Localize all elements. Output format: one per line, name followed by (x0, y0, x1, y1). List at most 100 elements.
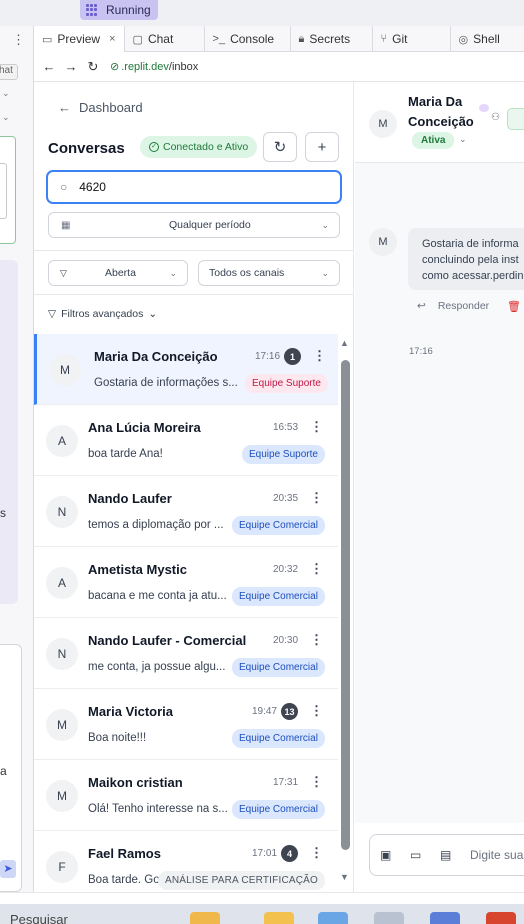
chat-pane: M Maria Da Conceição ⚇ Ativa ⌄ M Gostari… (355, 82, 524, 892)
trash-icon[interactable]: 🗑︎ (507, 300, 521, 313)
conversation-row[interactable]: A Ametista Mystic 20:32 ⋮ bacana e me conta … (34, 547, 338, 618)
team-tag: Equipe Suporte (242, 445, 325, 464)
message-input[interactable]: Digite sua (470, 848, 523, 862)
left-panel-highlight (0, 260, 18, 604)
scroll-up-icon[interactable]: ▲ (340, 338, 349, 348)
taskbar-app-icon[interactable] (190, 912, 220, 924)
kebab-icon[interactable]: ⋮ (313, 348, 326, 364)
kebab-icon[interactable]: ⋮ (310, 561, 323, 577)
avatar: M (49, 354, 81, 386)
kebab-icon[interactable]: ⋮ (310, 845, 323, 861)
replit-left-pane: ⋮ hat ⌄ ⌄ s a ➤ (0, 26, 34, 892)
connection-status-badge: ✓ Conectado e Ativo (140, 136, 258, 158)
status-filter-select[interactable]: ▽ Aberta ⌄ (48, 260, 188, 286)
url-path: /inbox (168, 61, 199, 73)
calendar-icon[interactable] (430, 912, 460, 924)
search-input[interactable] (79, 180, 300, 194)
scrollbar-thumb[interactable] (341, 360, 350, 850)
message-preview: Olá! Tenho interesse na s... (88, 803, 228, 815)
dashboard-link[interactable]: ← Dashboard (58, 100, 143, 115)
tab-console[interactable]: >_ Console (205, 26, 291, 52)
taskbar-app-icon[interactable] (374, 912, 404, 924)
browser-icon[interactable] (486, 912, 516, 924)
kebab-icon[interactable]: ⋮ (12, 32, 25, 48)
conversation-row[interactable]: M Maria Da Conceição 17:16 1 ⋮ Gostaria de in… (34, 334, 338, 405)
channel-filter-select[interactable]: Todos os canais ⌄ (198, 260, 340, 286)
replit-tabs: ▭ Preview × ▢ Chat >_ Console 🔒︎ Secrets… (34, 26, 524, 52)
url-host: .replit.dev (121, 61, 169, 73)
contact-name: Ana Lúcia Moreira (88, 420, 201, 435)
team-tag: Equipe Comercial (232, 516, 325, 535)
chevron-down-icon[interactable]: ⌄ (2, 112, 10, 123)
conversation-row[interactable]: N Nando Laufer 20:35 ⋮ temos a diplomação po… (34, 476, 338, 547)
tab-label: Chat (147, 32, 174, 46)
video-icon[interactable]: ▭ (410, 848, 421, 862)
reply-icon: ↩ (417, 300, 426, 312)
conversation-status-badge[interactable]: Ativa (412, 132, 455, 149)
taskbar-app-icon[interactable] (318, 912, 348, 924)
kebab-icon[interactable]: ⋮ (310, 774, 323, 790)
scroll-down-icon[interactable]: ▼ (340, 872, 349, 882)
contact-name: Ametista Mystic (88, 562, 187, 577)
kebab-icon[interactable]: ⋮ (310, 703, 323, 719)
conversation-time: 20:32 (273, 564, 299, 575)
avatar: M (369, 110, 397, 138)
link-icon: ⊘ (110, 61, 120, 73)
send-icon[interactable]: ➤ (0, 860, 16, 878)
tab-chat[interactable]: ▢ Chat (125, 26, 205, 52)
search-box: ○ (46, 170, 342, 204)
unread-badge: 4 (281, 845, 298, 862)
image-icon[interactable]: ▣ (380, 848, 391, 862)
close-icon[interactable]: × (109, 33, 115, 45)
shell-icon: ◎ (458, 33, 469, 46)
contact-name: Maria Victoria (88, 704, 174, 719)
replit-topbar: Running (0, 0, 524, 26)
taskbar-search[interactable]: Pesquisar (10, 912, 68, 924)
people-icon[interactable]: ⚇ (491, 112, 500, 123)
avatar: F (46, 851, 78, 883)
folder-icon[interactable] (264, 912, 294, 924)
tab-label: Preview (57, 32, 101, 46)
url-field[interactable]: ⊘ .replit.dev/inbox (110, 60, 198, 73)
kebab-icon[interactable]: ⋮ (310, 419, 323, 435)
reply-button[interactable]: ↩ Responder (417, 300, 489, 312)
avatar: A (46, 567, 78, 599)
period-label: Qualquer período (169, 219, 251, 231)
new-conversation-button[interactable]: + (305, 132, 339, 162)
team-tag: Equipe Comercial (232, 800, 325, 819)
refresh-button[interactable]: ↻ (263, 132, 297, 162)
conversation-row[interactable]: F Fael Ramos 17:01 4 ⋮ Boa tarde. Gos... ANÁLI… (34, 831, 338, 892)
page-title: Conversas (48, 140, 125, 157)
tab-shell[interactable]: ◎ Shell (451, 26, 508, 52)
back-arrow-icon[interactable]: ← (38, 59, 60, 74)
chevron-down-icon[interactable]: ⌄ (459, 134, 467, 145)
divider (34, 250, 354, 251)
message-preview: bacana e me conta ja atu... (88, 590, 227, 602)
team-tag: Equipe Comercial (232, 587, 325, 606)
terminal-icon: >_ (212, 33, 226, 45)
conversation-row[interactable]: M Maikon cristian 17:31 ⋮ Olá! Tenho interes… (34, 760, 338, 831)
conversation-row[interactable]: N Nando Laufer - Comercial 20:30 ⋮ me conta,… (34, 618, 338, 689)
tab-preview[interactable]: ▭ Preview × (34, 26, 125, 52)
conversation-time: 19:47 (252, 706, 278, 717)
running-indicator[interactable]: Running (80, 0, 158, 20)
tab-secrets[interactable]: 🔒︎ Secrets (291, 26, 373, 52)
reload-icon[interactable]: ↻ (82, 59, 104, 75)
chevron-down-icon[interactable]: ⌄ (2, 88, 10, 99)
action-button[interactable] (507, 108, 524, 130)
avatar: M (369, 228, 397, 256)
refresh-icon: ↻ (273, 139, 287, 156)
scrollbar[interactable]: ▲ ▼ (338, 338, 352, 888)
left-chat-button[interactable]: hat (0, 64, 18, 80)
period-select[interactable]: ▦ Qualquer período ⌄ (48, 212, 340, 238)
kebab-icon[interactable]: ⋮ (310, 632, 323, 648)
conversation-row[interactable]: A Ana Lúcia Moreira 16:53 ⋮ boa tarde Ana! Eq… (34, 405, 338, 476)
forward-arrow-icon[interactable]: → (60, 59, 82, 74)
kebab-icon[interactable]: ⋮ (310, 490, 323, 506)
conversation-row[interactable]: M Maria Victoria 19:47 13 ⋮ Boa noite!!! Equip… (34, 689, 338, 760)
tab-git[interactable]: ⑂ Git (373, 26, 451, 52)
advanced-filters-toggle[interactable]: ▽ Filtros avançados ⌄ (48, 308, 157, 320)
document-icon[interactable]: ▤ (440, 848, 451, 862)
speech-bubble-icon (479, 104, 489, 112)
plus-icon: + (317, 138, 327, 156)
